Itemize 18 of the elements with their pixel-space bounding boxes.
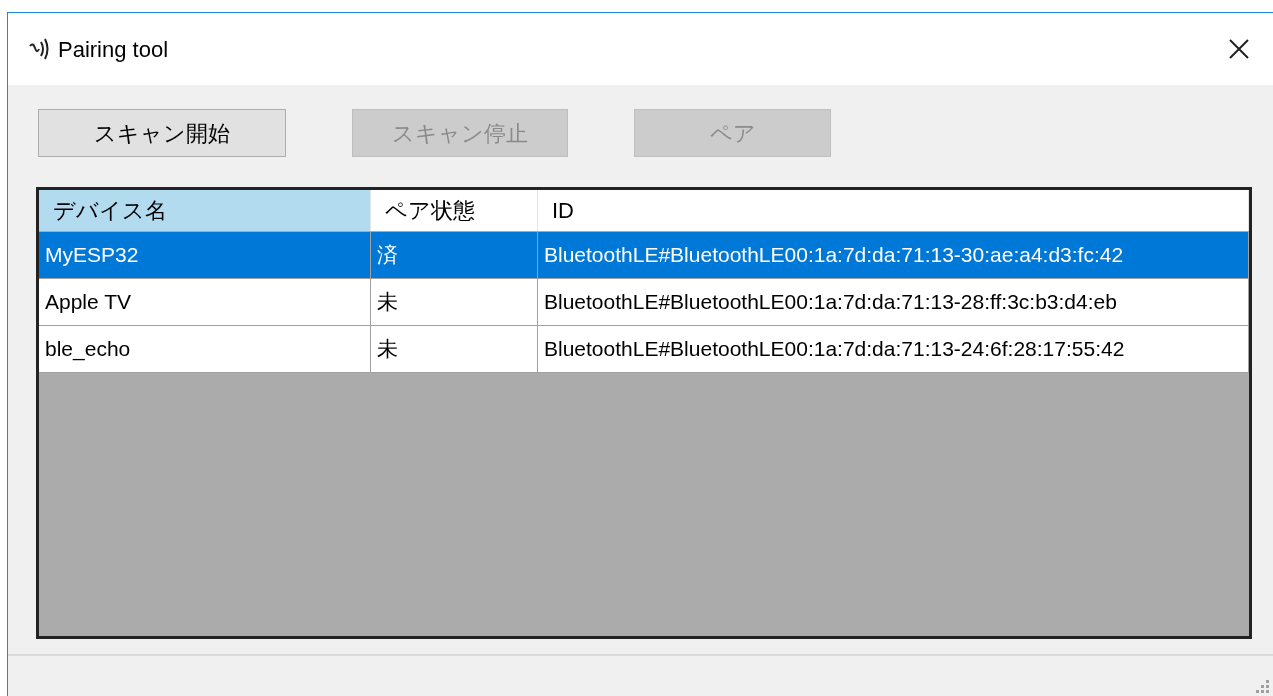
table-row[interactable]: Apple TV 未 BluetoothLE#BluetoothLE00:1a:7d:da:71:13-28:ff:3c:b3:d4:eb [39,279,1249,326]
table-row[interactable]: ble_echo 未 BluetoothLE#BluetoothLE00:1a:7d:da:71:13-24:6f:28:17:55:42 [39,326,1249,373]
column-header[interactable]: デバイス名 [39,190,371,231]
table-cell: ble_echo [39,326,371,372]
window-title: Pairing tool [58,35,169,64]
table-row[interactable]: MyESP32 済 BluetoothLE#BluetoothLE00:1a:7d:da:71:13-30:ae:a4:d3:fc:42 [39,232,1249,279]
table-cell: 未 [371,326,538,372]
table-cell: 済 [371,232,538,278]
table-cell: BluetoothLE#BluetoothLE00:1a:7d:da:71:13-24:6f:28:17:55:42 [538,326,1249,372]
table-cell: Apple TV [39,279,371,325]
table-cell: BluetoothLE#BluetoothLE00:1a:7d:da:71:13-28:ff:3c:b3:d4:eb [538,279,1249,325]
table-cell: MyESP32 [39,232,371,278]
table-cell: BluetoothLE#BluetoothLE00:1a:7d:da:71:13-30:ae:a4:d3:fc:42 [538,232,1249,278]
close-icon [1228,38,1250,60]
resize-grip-icon[interactable] [1255,679,1269,693]
wireless-signal-icon [28,36,50,62]
table-cell: 未 [371,279,538,325]
toolbar-button[interactable]: スキャン開始 [38,109,286,157]
